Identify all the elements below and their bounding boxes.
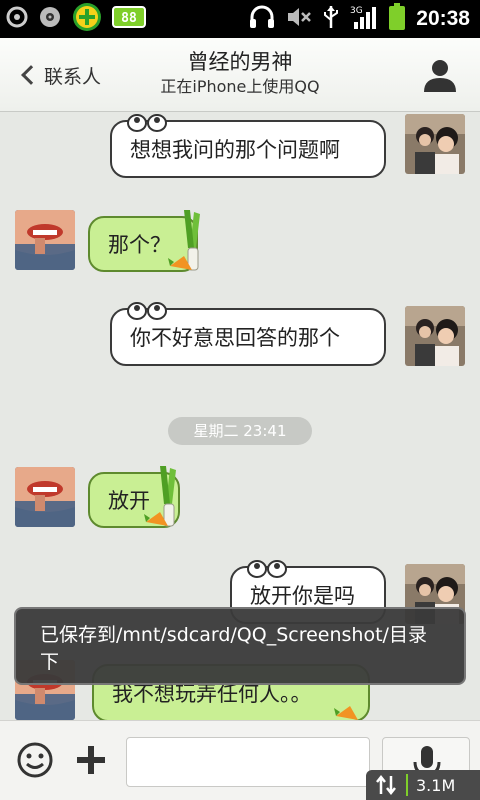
sync-icon — [6, 6, 28, 32]
message-text: 放开你是吗 — [250, 584, 355, 608]
message-bubble[interactable]: 想想我问的那个问题啊 — [110, 114, 386, 178]
message-bubble[interactable]: 你不好意思回答的那个 — [110, 302, 386, 366]
eyes-decoration-icon — [127, 114, 167, 132]
plus-icon — [77, 746, 105, 774]
usb-icon — [322, 4, 340, 34]
eyes-decoration-icon — [247, 560, 287, 578]
message-input[interactable] — [126, 737, 370, 787]
back-label: 联系人 — [44, 65, 102, 88]
status-bar: 88 3G 20:38 — [0, 0, 480, 38]
carrot-icon — [334, 706, 358, 720]
emoji-button[interactable] — [16, 741, 54, 779]
message-text: 想想我问的那个问题啊 — [130, 138, 340, 162]
chevron-left-icon — [21, 65, 41, 85]
3g-signal-icon: 3G — [350, 4, 378, 34]
contact-status: 正在iPhone上使用QQ — [160, 77, 320, 96]
eyes-decoration-icon — [127, 302, 167, 320]
net-speed-label: 3.1M — [416, 775, 456, 795]
clock: 20:38 — [416, 7, 470, 30]
smiley-icon — [17, 742, 53, 778]
add-attachment-button[interactable] — [74, 741, 108, 779]
my-avatar[interactable] — [15, 467, 75, 527]
timestamp-label: 星期二 23:41 — [168, 417, 312, 445]
chat-header: 联系人 曾经的男神 正在iPhone上使用QQ — [0, 38, 480, 112]
svg-text:88: 88 — [121, 11, 137, 26]
mute-icon — [286, 5, 312, 33]
scallion-carrot-icon — [144, 466, 176, 527]
headset-icon — [248, 4, 276, 34]
my-avatar[interactable] — [15, 210, 75, 270]
person-icon — [424, 60, 456, 92]
message-text: 那个？ — [108, 233, 171, 257]
title-block: 曾经的男神 正在iPhone上使用QQ — [120, 48, 360, 98]
svg-text:3G: 3G — [350, 6, 363, 16]
media-icon — [38, 5, 62, 33]
contact-name: 曾经的男神 — [187, 50, 293, 74]
network-speed-indicator: 3.1M — [366, 770, 480, 800]
profile-button[interactable] — [420, 56, 460, 96]
message-text: 你不好意思回答的那个 — [130, 326, 340, 350]
transfer-arrows-icon — [376, 774, 396, 796]
contact-avatar[interactable] — [405, 306, 465, 366]
scallion-carrot-icon — [168, 210, 200, 271]
divider — [406, 774, 408, 796]
back-button[interactable]: 联系人 — [12, 53, 111, 97]
battery-widget-icon: 88 — [112, 5, 146, 33]
battery-icon — [388, 3, 406, 35]
contact-avatar[interactable] — [405, 114, 465, 174]
qq-manager-icon — [72, 2, 102, 36]
toast-message: 已保存到/mnt/sdcard/QQ_Screenshot/目录下 — [14, 607, 466, 685]
